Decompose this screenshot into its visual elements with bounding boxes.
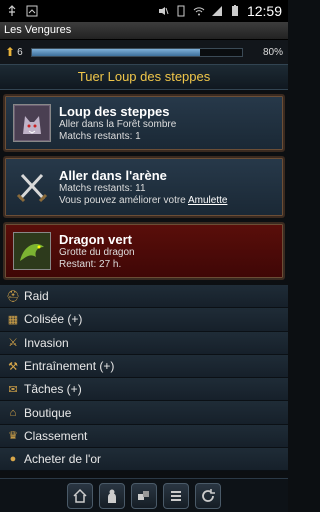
main-menu: ⛑ Raid ▦ Colisée (+) ⚔ Invasion ⚒ Entraîneme… [0,285,288,472]
home-button[interactable] [67,483,93,509]
scroll-icon: ✉ [8,383,18,396]
training-icon: ⚒ [8,360,18,373]
menu-item-invasion[interactable]: ⚔ Invasion [0,331,288,355]
card-title: Loup des steppes [59,103,170,119]
menu-item-label: Boutique [24,405,72,420]
vibrate-icon [175,5,187,17]
inventory-icon [138,491,149,500]
card-title: Aller dans l'arène [59,167,167,183]
list-icon [171,491,181,501]
wolf-quest-card[interactable]: Loup des steppes Aller dans la Forêt som… [3,94,285,152]
menu-item-label: Raid [24,289,49,304]
card-matches: Matchs restants: 11 [59,182,146,194]
menu-item-acheter-or[interactable]: ● Acheter de l'or [0,448,288,472]
swords-icon: ⚔ [8,337,18,350]
menu-item-classement[interactable]: ♛ Classement [0,424,288,449]
upgrade-text: Vous pouvez améliorer votre [59,194,188,206]
menu-item-boutique[interactable]: ⌂ Boutique [0,401,288,425]
xp-row: ⬆ 6 80% [0,40,288,64]
arena-card[interactable]: Aller dans l'arène Matchs restants: 11 V… [3,156,285,218]
menu-item-label: Tâches (+) [24,382,82,397]
menu-item-label: Acheter de l'or [24,452,101,467]
gold-coin-icon: ● [9,453,17,466]
menu-item-label: Colisée (+) [24,312,83,327]
status-bar: 12:59 [0,0,288,22]
menu-item-raid[interactable]: ⛑ Raid [0,285,288,309]
notification-icon [26,5,38,17]
app-title-bar: Les Vengures [0,22,288,40]
inventory-button[interactable] [131,483,157,509]
xp-progress-bar [30,47,243,57]
helmet-icon: ⛑ [6,290,20,303]
refresh-button[interactable] [195,483,221,509]
level-number: 6 [17,46,23,58]
menu-item-colisee[interactable]: ▦ Colisée (+) [0,308,288,332]
clock: 12:59 [246,3,282,19]
menu-item-label: Invasion [24,335,69,350]
usb-icon [6,5,18,17]
xp-percent: 80% [262,46,283,58]
battery-icon [229,5,241,17]
card-upgrade-hint: Vous pouvez améliorer votre Amulette [59,195,227,207]
menu-item-label: Classement [24,428,88,443]
xp-progress-fill [31,48,200,56]
level-up-arrow-icon: ⬆ [5,45,16,59]
mute-icon [157,5,169,17]
app-title: Les Vengures [4,24,72,36]
card-time-remaining: Restant: 27 h. [59,258,122,270]
shop-icon: ⌂ [9,406,17,419]
character-button[interactable] [99,483,125,509]
wifi-icon [193,5,205,17]
person-icon [108,489,116,503]
bottom-toolbar [0,478,288,512]
card-matches: Matchs restants: 1 [59,130,141,142]
card-location: Grotte du dragon [59,246,135,258]
dragon-avatar-icon [13,232,51,270]
menu-item-label: Entraînement (+) [24,359,115,374]
card-location: Aller dans la Forêt sombre [59,118,177,130]
refresh-icon [202,489,215,502]
menu-item-taches[interactable]: ✉ Tâches (+) [0,378,288,402]
amulette-link[interactable]: Amulette [188,195,227,206]
menu-item-entrainement[interactable]: ⚒ Entraînement (+) [0,354,288,379]
quest-title: Tuer Loup des steppes [0,64,288,90]
crossed-swords-icon [13,168,51,206]
signal-icon [211,5,223,17]
home-icon [73,488,87,503]
dragon-card[interactable]: Dragon vert Grotte du dragon Restant: 27… [3,222,285,280]
wolf-avatar-icon [13,104,51,142]
card-title: Dragon vert [59,231,132,247]
list-button[interactable] [163,483,189,509]
trophy-icon: ♛ [8,430,18,443]
colosseum-icon: ▦ [7,313,19,326]
